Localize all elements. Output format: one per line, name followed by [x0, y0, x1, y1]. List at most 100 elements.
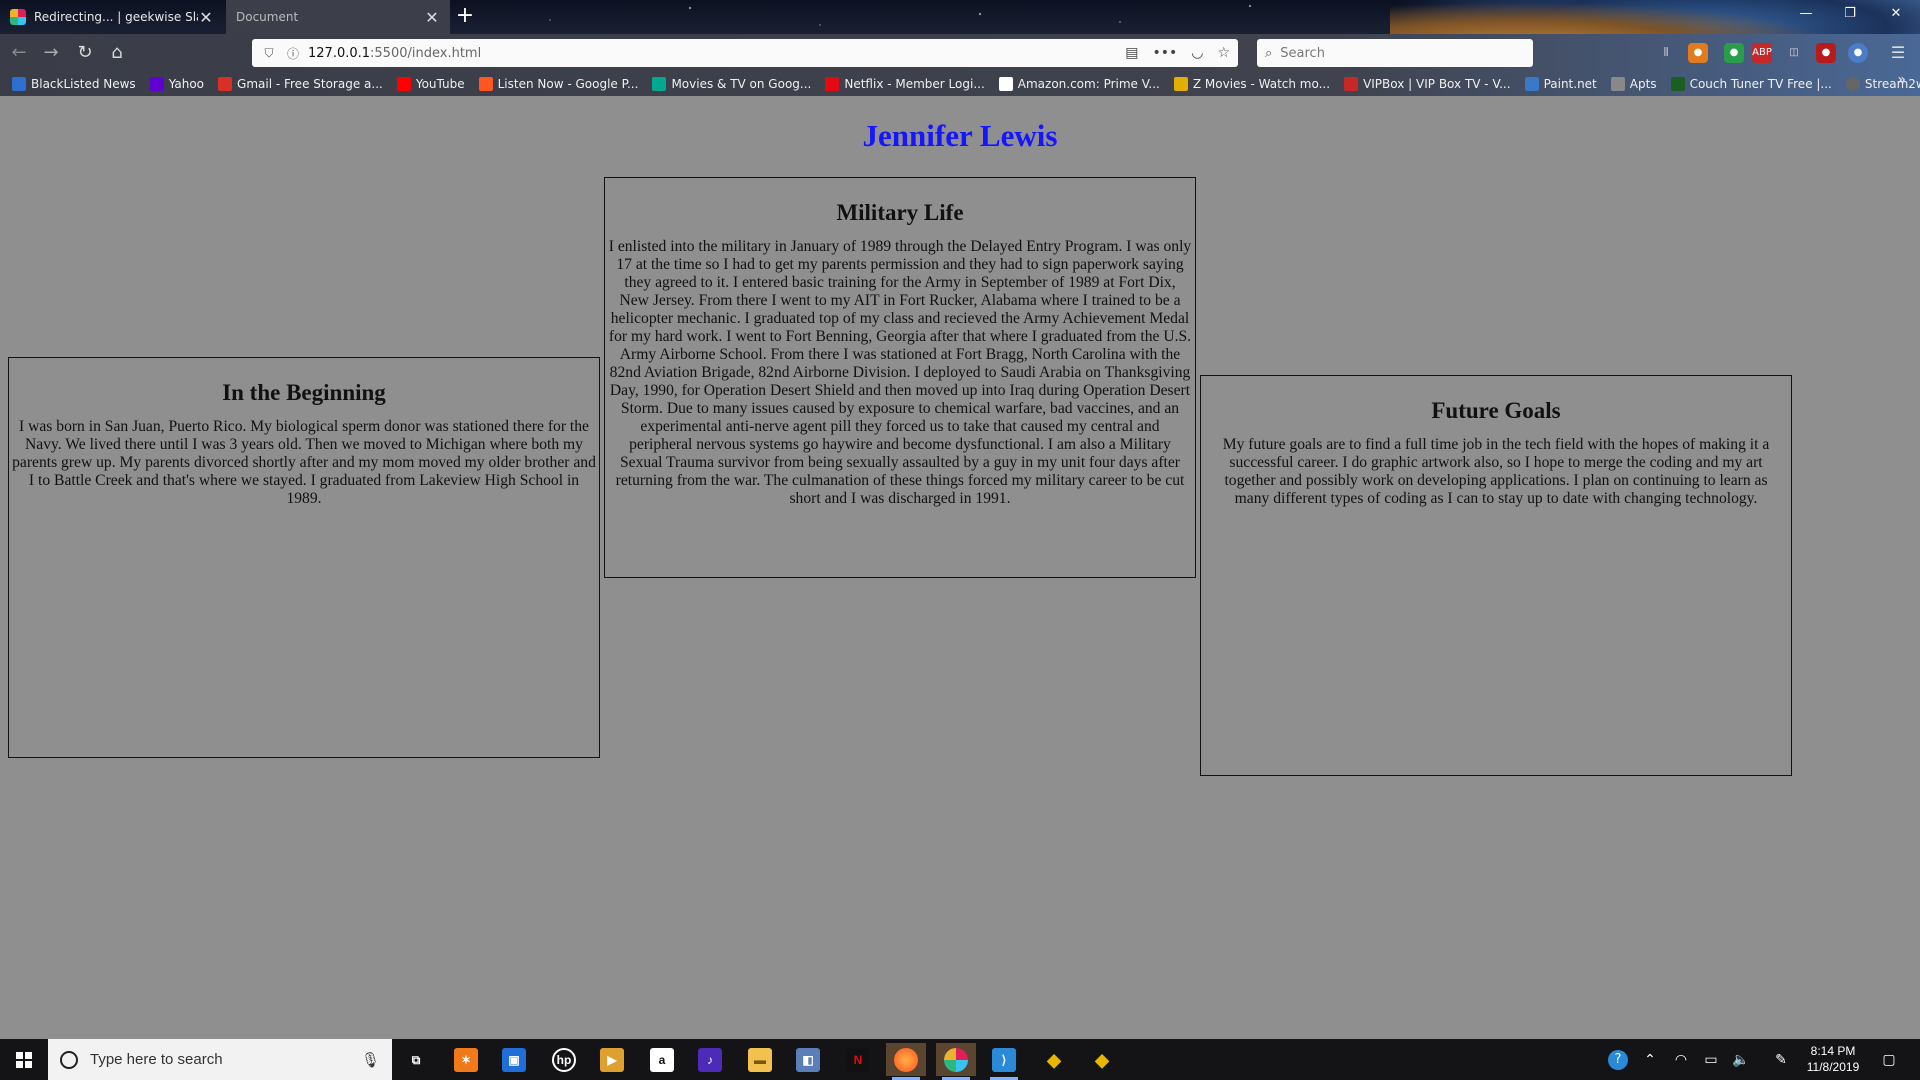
- hp-icon: hp: [552, 1047, 576, 1072]
- bookmark-item[interactable]: VIPBox | VIP Box TV - V...: [1344, 77, 1511, 91]
- microphone-icon[interactable]: 🎙: [361, 1051, 380, 1069]
- close-window-button[interactable]: ✕: [1876, 6, 1916, 21]
- git-kraken-icon: ◆: [1047, 1049, 1061, 1070]
- address-bar[interactable]: ⛉ ⓘ 127.0.0.1 :5500/index.html ▤ ••• ◡ ☆: [252, 39, 1238, 67]
- taskbar-app-vscode[interactable]: ⟩: [984, 1043, 1024, 1080]
- pocket-icon[interactable]: ◡: [1191, 45, 1203, 61]
- wifi-icon[interactable]: ◠: [1668, 1039, 1694, 1080]
- pen-icon[interactable]: ✎: [1768, 1039, 1794, 1080]
- adblock-icon[interactable]: ABP: [1752, 43, 1772, 63]
- system-clock[interactable]: 8:14 PM 11/8/2019: [1796, 1043, 1870, 1075]
- cortana-icon: [60, 1050, 78, 1069]
- taskbar-app-control-panel[interactable]: ◧: [788, 1043, 828, 1076]
- back-button[interactable]: ←: [6, 40, 32, 66]
- bookmark-label: Couch Tuner TV Free |...: [1689, 77, 1832, 91]
- fox-icon: ✶: [454, 1047, 478, 1072]
- minimize-button[interactable]: —: [1786, 6, 1826, 21]
- tab-document[interactable]: Document ✕: [226, 0, 450, 34]
- taskbar-app-firefox[interactable]: [886, 1043, 926, 1080]
- bookmark-item[interactable]: YouTube: [396, 77, 465, 91]
- extension-green-icon[interactable]: ●: [1724, 43, 1744, 63]
- page-actions-icon[interactable]: •••: [1152, 45, 1177, 61]
- folder-icon: ▬: [748, 1047, 772, 1072]
- taskbar-search-input[interactable]: Type here to search 🎙: [48, 1039, 392, 1080]
- taskbar-app-amazon[interactable]: a: [642, 1043, 682, 1076]
- extension-orange-icon[interactable]: ●: [1688, 43, 1708, 63]
- reload-button[interactable]: ↻: [72, 40, 98, 66]
- bookmark-label: YouTube: [415, 77, 465, 91]
- taskbar-app-file-explorer[interactable]: ▬: [740, 1043, 780, 1076]
- bookmark-item[interactable]: BlackListed News: [12, 77, 136, 91]
- section-military: Military Life I enlisted into the milita…: [604, 177, 1196, 578]
- bookmark-star-icon[interactable]: ☆: [1217, 45, 1230, 61]
- extension-red-icon[interactable]: ●: [1816, 43, 1836, 63]
- bookmark-item[interactable]: Amazon.com: Prime V...: [998, 77, 1160, 91]
- bookmark-item[interactable]: Netflix - Member Logi...: [825, 77, 985, 91]
- section-goals: Future Goals My future goals are to find…: [1200, 375, 1792, 776]
- battery-icon[interactable]: ▭: [1698, 1039, 1724, 1080]
- start-button[interactable]: [0, 1039, 48, 1080]
- bookmark-favicon: [1524, 77, 1539, 91]
- shield-icon[interactable]: ⛉: [260, 46, 278, 61]
- section-text: I enlisted into the military in January …: [608, 238, 1192, 507]
- slack-icon: [944, 1047, 968, 1072]
- library-icon[interactable]: ⫼: [1656, 43, 1676, 63]
- chevron-up-icon[interactable]: ⌃: [1638, 1039, 1662, 1080]
- bookmark-favicon: [1610, 77, 1625, 91]
- taskbar-app-netflix[interactable]: N: [838, 1043, 878, 1076]
- section-heading: In the Beginning: [222, 380, 386, 405]
- bookmark-item[interactable]: Movies & TV on Goog...: [652, 77, 811, 91]
- menu-icon[interactable]: ☰: [1888, 43, 1908, 63]
- taskbar-app-fox[interactable]: ✶: [446, 1043, 486, 1076]
- account-icon[interactable]: ●: [1848, 43, 1868, 63]
- bookmark-item[interactable]: Yahoo: [149, 77, 205, 91]
- volume-icon[interactable]: 🔈: [1728, 1039, 1754, 1080]
- task-view-button[interactable]: ⧉: [396, 1043, 436, 1076]
- reader-view-icon[interactable]: ▤: [1125, 45, 1138, 61]
- taskbar-app-git-a[interactable]: ◆: [1034, 1043, 1074, 1076]
- notifications-icon[interactable]: ▢: [1874, 1039, 1904, 1080]
- bookmark-item[interactable]: Apts: [1610, 77, 1657, 91]
- taskbar-app-git-b[interactable]: ◆: [1082, 1043, 1122, 1076]
- url-path: :5500/index.html: [370, 45, 482, 61]
- bookmark-favicon: [1344, 77, 1359, 91]
- taskbar-search-placeholder: Type here to search: [90, 1051, 223, 1068]
- forward-button[interactable]: →: [38, 40, 64, 66]
- bookmark-item[interactable]: Paint.net: [1524, 77, 1597, 91]
- bookmark-item[interactable]: Gmail - Free Storage a...: [218, 77, 383, 91]
- close-icon[interactable]: ✕: [424, 8, 440, 27]
- taskbar-app-slack[interactable]: [936, 1043, 976, 1080]
- bookmark-label: Yahoo: [168, 77, 205, 91]
- bookmark-item[interactable]: Z Movies - Watch mo...: [1173, 77, 1330, 91]
- bookmark-label: Amazon.com: Prime V...: [1017, 77, 1160, 91]
- amazon-icon: a: [650, 1047, 674, 1072]
- bookmark-item[interactable]: Listen Now - Google P...: [478, 77, 639, 91]
- taskbar-app-media[interactable]: ▶: [592, 1043, 632, 1076]
- bookmark-favicon: [825, 77, 840, 91]
- chevron-right-icon[interactable]: »: [1897, 72, 1906, 88]
- tab-slack[interactable]: Redirecting... | geekwise Slack ✕: [0, 0, 224, 34]
- section-heading: Military Life: [836, 200, 964, 225]
- bookmark-label: Paint.net: [1543, 77, 1597, 91]
- navigation-toolbar: ← → ↻ ⌂ ⛉ ⓘ 127.0.0.1 :5500/index.html ▤…: [0, 34, 1920, 72]
- windows-taskbar: Type here to search 🎙 ⧉ ✶ ▣ hp ▶ a ♪ ▬ ◧…: [0, 1039, 1920, 1080]
- new-tab-button[interactable]: +: [452, 4, 478, 30]
- help-icon[interactable]: ?: [1604, 1039, 1632, 1080]
- netflix-icon: N: [846, 1047, 870, 1072]
- taskbar-app-amazon-music[interactable]: ♪: [690, 1043, 730, 1076]
- home-button[interactable]: ⌂: [104, 40, 130, 66]
- close-icon[interactable]: ✕: [198, 8, 214, 27]
- taskbar-app-hp[interactable]: hp: [544, 1043, 584, 1076]
- bookmark-item[interactable]: Stream2watch.co | Liv...: [1845, 77, 1920, 91]
- bookmark-label: Listen Now - Google P...: [497, 77, 639, 91]
- taskbar-app-store[interactable]: ▣: [494, 1043, 534, 1076]
- info-icon[interactable]: ⓘ: [284, 45, 302, 62]
- search-input[interactable]: ⌕ Search: [1257, 39, 1533, 67]
- maximize-button[interactable]: ❐: [1830, 6, 1870, 21]
- slack-icon: [10, 9, 26, 25]
- sidebar-icon[interactable]: ◫: [1784, 43, 1804, 63]
- bookmark-label: Apts: [1629, 77, 1657, 91]
- bookmark-favicon: [396, 77, 411, 91]
- bookmark-item[interactable]: Couch Tuner TV Free |...: [1670, 77, 1832, 91]
- web-page: Jennifer Lewis In the Beginning I was bo…: [0, 96, 1920, 1039]
